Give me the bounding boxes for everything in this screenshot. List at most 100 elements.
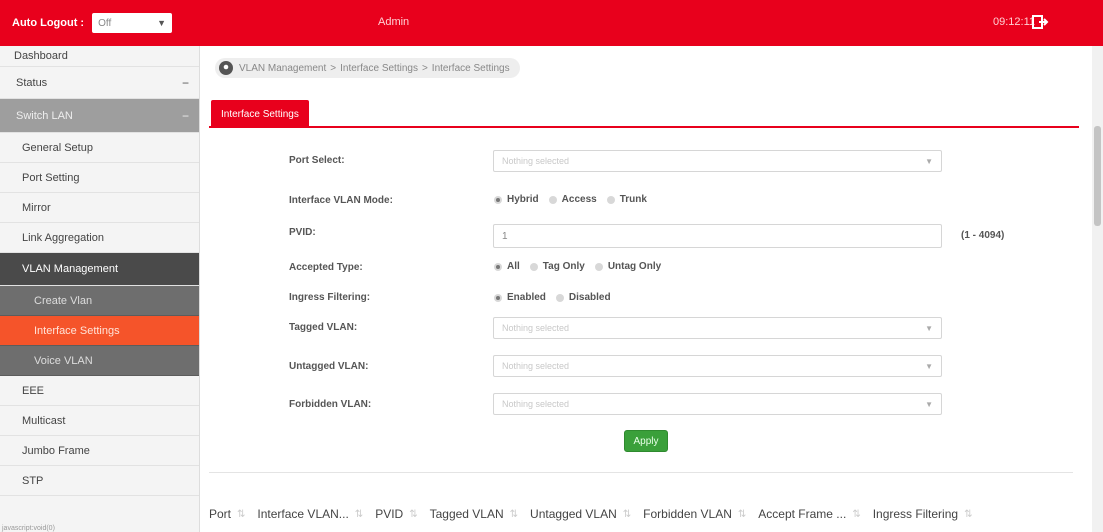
vlan-mode-radio-group: Hybrid Access Trunk xyxy=(488,194,651,205)
chevron-down-icon: ▼ xyxy=(157,18,167,28)
column-header-label: PVID xyxy=(375,507,404,521)
untag-only-radio[interactable] xyxy=(594,262,603,271)
port-select[interactable]: Nothing selected ▼ xyxy=(493,150,942,172)
tag-only-radio[interactable] xyxy=(529,262,538,271)
column-header-label: Accept Frame ... xyxy=(758,507,847,521)
sidebar-item-interface-settings[interactable]: Interface Settings xyxy=(0,316,199,346)
auto-logout-label: Auto Logout : xyxy=(12,17,85,29)
breadcrumb-item[interactable]: VLAN Management xyxy=(239,63,326,74)
column-header-interface-vlan[interactable]: Interface VLAN... ⇅ xyxy=(257,507,363,521)
sidebar-item-label: Interface Settings xyxy=(34,324,120,337)
port-select-label: Port Select: xyxy=(289,155,345,166)
collapse-icon: − xyxy=(181,108,189,123)
column-header-accept-frame[interactable]: Accept Frame ... ⇅ xyxy=(758,507,860,521)
collapse-icon: − xyxy=(181,75,189,90)
status-bar-url: javascript:void(0) xyxy=(2,525,55,532)
untagged-vlan-label: Untagged VLAN: xyxy=(289,361,369,372)
auto-logout-value: Off xyxy=(98,17,112,29)
sidebar-item-label: General Setup xyxy=(22,141,93,154)
accepted-type-radio-group: All Tag Only Untag Only xyxy=(488,261,665,272)
hybrid-radio[interactable] xyxy=(494,195,502,204)
trunk-radio-label: Trunk xyxy=(619,194,647,205)
sidebar-item-stp[interactable]: STP xyxy=(0,466,199,496)
forbidden-vlan-select[interactable]: Nothing selected ▼ xyxy=(493,393,942,415)
chevron-down-icon: ▼ xyxy=(925,399,933,409)
sort-icon: ⇅ xyxy=(354,508,364,520)
apply-button[interactable]: Apply xyxy=(624,430,668,452)
column-header-untagged-vlan[interactable]: Untagged VLAN ⇅ xyxy=(530,507,631,521)
sidebar-item-dashboard[interactable]: Dashboard xyxy=(0,46,199,67)
sidebar: Dashboard Status − Switch LAN − General Se… xyxy=(0,46,200,532)
pvid-range: (1 - 4094) xyxy=(961,230,1005,241)
column-header-label: Port xyxy=(209,507,232,521)
untagged-vlan-select[interactable]: Nothing selected ▼ xyxy=(493,355,942,377)
sidebar-item-label: Port Setting xyxy=(22,171,80,184)
logout-icon[interactable] xyxy=(1031,13,1049,31)
page-scrollbar[interactable] xyxy=(1092,46,1103,532)
column-header-label: Interface VLAN... xyxy=(257,507,349,521)
access-radio-label: Access xyxy=(561,194,597,205)
chevron-down-icon: ▼ xyxy=(925,156,933,166)
all-radio[interactable] xyxy=(494,262,502,271)
trunk-radio[interactable] xyxy=(606,195,615,204)
breadcrumb-separator: > xyxy=(421,62,428,74)
disabled-radio-label: Disabled xyxy=(568,292,611,303)
sidebar-item-label: STP xyxy=(22,474,44,487)
accepted-type-label: Accepted Type: xyxy=(289,262,363,273)
breadcrumb: VLAN Management > Interface Settings > I… xyxy=(215,58,520,78)
column-header-port[interactable]: Port ⇅ xyxy=(209,507,245,521)
column-header-tagged-vlan[interactable]: Tagged VLAN ⇅ xyxy=(430,507,518,521)
sidebar-item-label: Jumbo Frame xyxy=(22,444,90,457)
sort-icon: ⇅ xyxy=(622,508,632,520)
sort-icon: ⇅ xyxy=(237,508,246,520)
column-header-ingress-filtering[interactable]: Ingress Filtering ⇅ xyxy=(873,507,973,521)
pvid-input[interactable]: 1 xyxy=(493,224,942,248)
column-header-label: Ingress Filtering xyxy=(872,507,959,521)
divider xyxy=(209,472,1073,473)
tag-only-radio-label: Tag Only xyxy=(542,261,585,272)
access-radio[interactable] xyxy=(548,195,557,204)
sort-icon: ⇅ xyxy=(852,508,861,520)
clock: 09:12:11 xyxy=(993,16,1036,28)
sidebar-item-port-setting[interactable]: Port Setting xyxy=(0,163,199,193)
column-header-label: Forbidden VLAN xyxy=(643,507,732,521)
sidebar-item-label: EEE xyxy=(22,384,45,397)
table-header: Port ⇅ Interface VLAN... ⇅ PVID ⇅ Tagged VL… xyxy=(209,503,1081,525)
main-content: VLAN Management > Interface Settings > I… xyxy=(201,46,1103,532)
sidebar-item-label: Dashboard xyxy=(14,50,68,62)
column-header-label: Tagged VLAN xyxy=(429,507,504,521)
sort-icon: ⇅ xyxy=(409,508,418,520)
auto-logout-select[interactable]: Off ▼ xyxy=(92,13,173,33)
auto-logout: Auto Logout : Off ▼ xyxy=(12,13,173,33)
breadcrumb-item: Interface Settings xyxy=(431,62,510,74)
tab-interface-settings[interactable]: Interface Settings xyxy=(211,100,309,128)
chevron-down-icon: ▼ xyxy=(925,323,933,333)
tagged-vlan-select[interactable]: Nothing selected ▼ xyxy=(493,317,942,339)
disabled-radio[interactable] xyxy=(555,293,564,302)
column-header-pvid[interactable]: PVID ⇅ xyxy=(375,507,417,521)
sidebar-item-multicast[interactable]: Multicast xyxy=(0,406,199,436)
pvid-label: PVID: xyxy=(289,227,316,238)
sidebar-item-mirror[interactable]: Mirror xyxy=(0,193,199,223)
user-name: Admin xyxy=(378,16,410,28)
sidebar-item-eee[interactable]: EEE xyxy=(0,376,199,406)
breadcrumb-item[interactable]: Interface Settings xyxy=(340,63,418,74)
sidebar-item-switch-lan[interactable]: Switch LAN − xyxy=(0,99,199,133)
sidebar-item-label: Voice VLAN xyxy=(34,354,93,367)
scrollbar-thumb[interactable] xyxy=(1094,126,1101,226)
sidebar-item-status[interactable]: Status − xyxy=(0,67,199,99)
sidebar-item-jumbo-frame[interactable]: Jumbo Frame xyxy=(0,436,199,466)
sidebar-item-voice-vlan[interactable]: Voice VLAN xyxy=(0,346,199,376)
chevron-down-icon: ▼ xyxy=(925,361,933,371)
sort-icon: ⇅ xyxy=(964,508,973,520)
ingress-filtering-label: Ingress Filtering: xyxy=(289,292,371,303)
column-header-forbidden-vlan[interactable]: Forbidden VLAN ⇅ xyxy=(643,507,746,521)
sidebar-item-link-aggregation[interactable]: Link Aggregation xyxy=(0,223,199,253)
sidebar-item-create-vlan[interactable]: Create Vlan xyxy=(0,286,199,316)
hybrid-radio-label: Hybrid xyxy=(507,194,539,205)
sidebar-item-vlan-management[interactable]: VLAN Management xyxy=(0,253,199,286)
tagged-vlan-placeholder: Nothing selected xyxy=(502,323,570,333)
sidebar-item-general-setup[interactable]: General Setup xyxy=(0,133,199,163)
enabled-radio[interactable] xyxy=(494,293,502,302)
enabled-radio-label: Enabled xyxy=(507,292,546,303)
